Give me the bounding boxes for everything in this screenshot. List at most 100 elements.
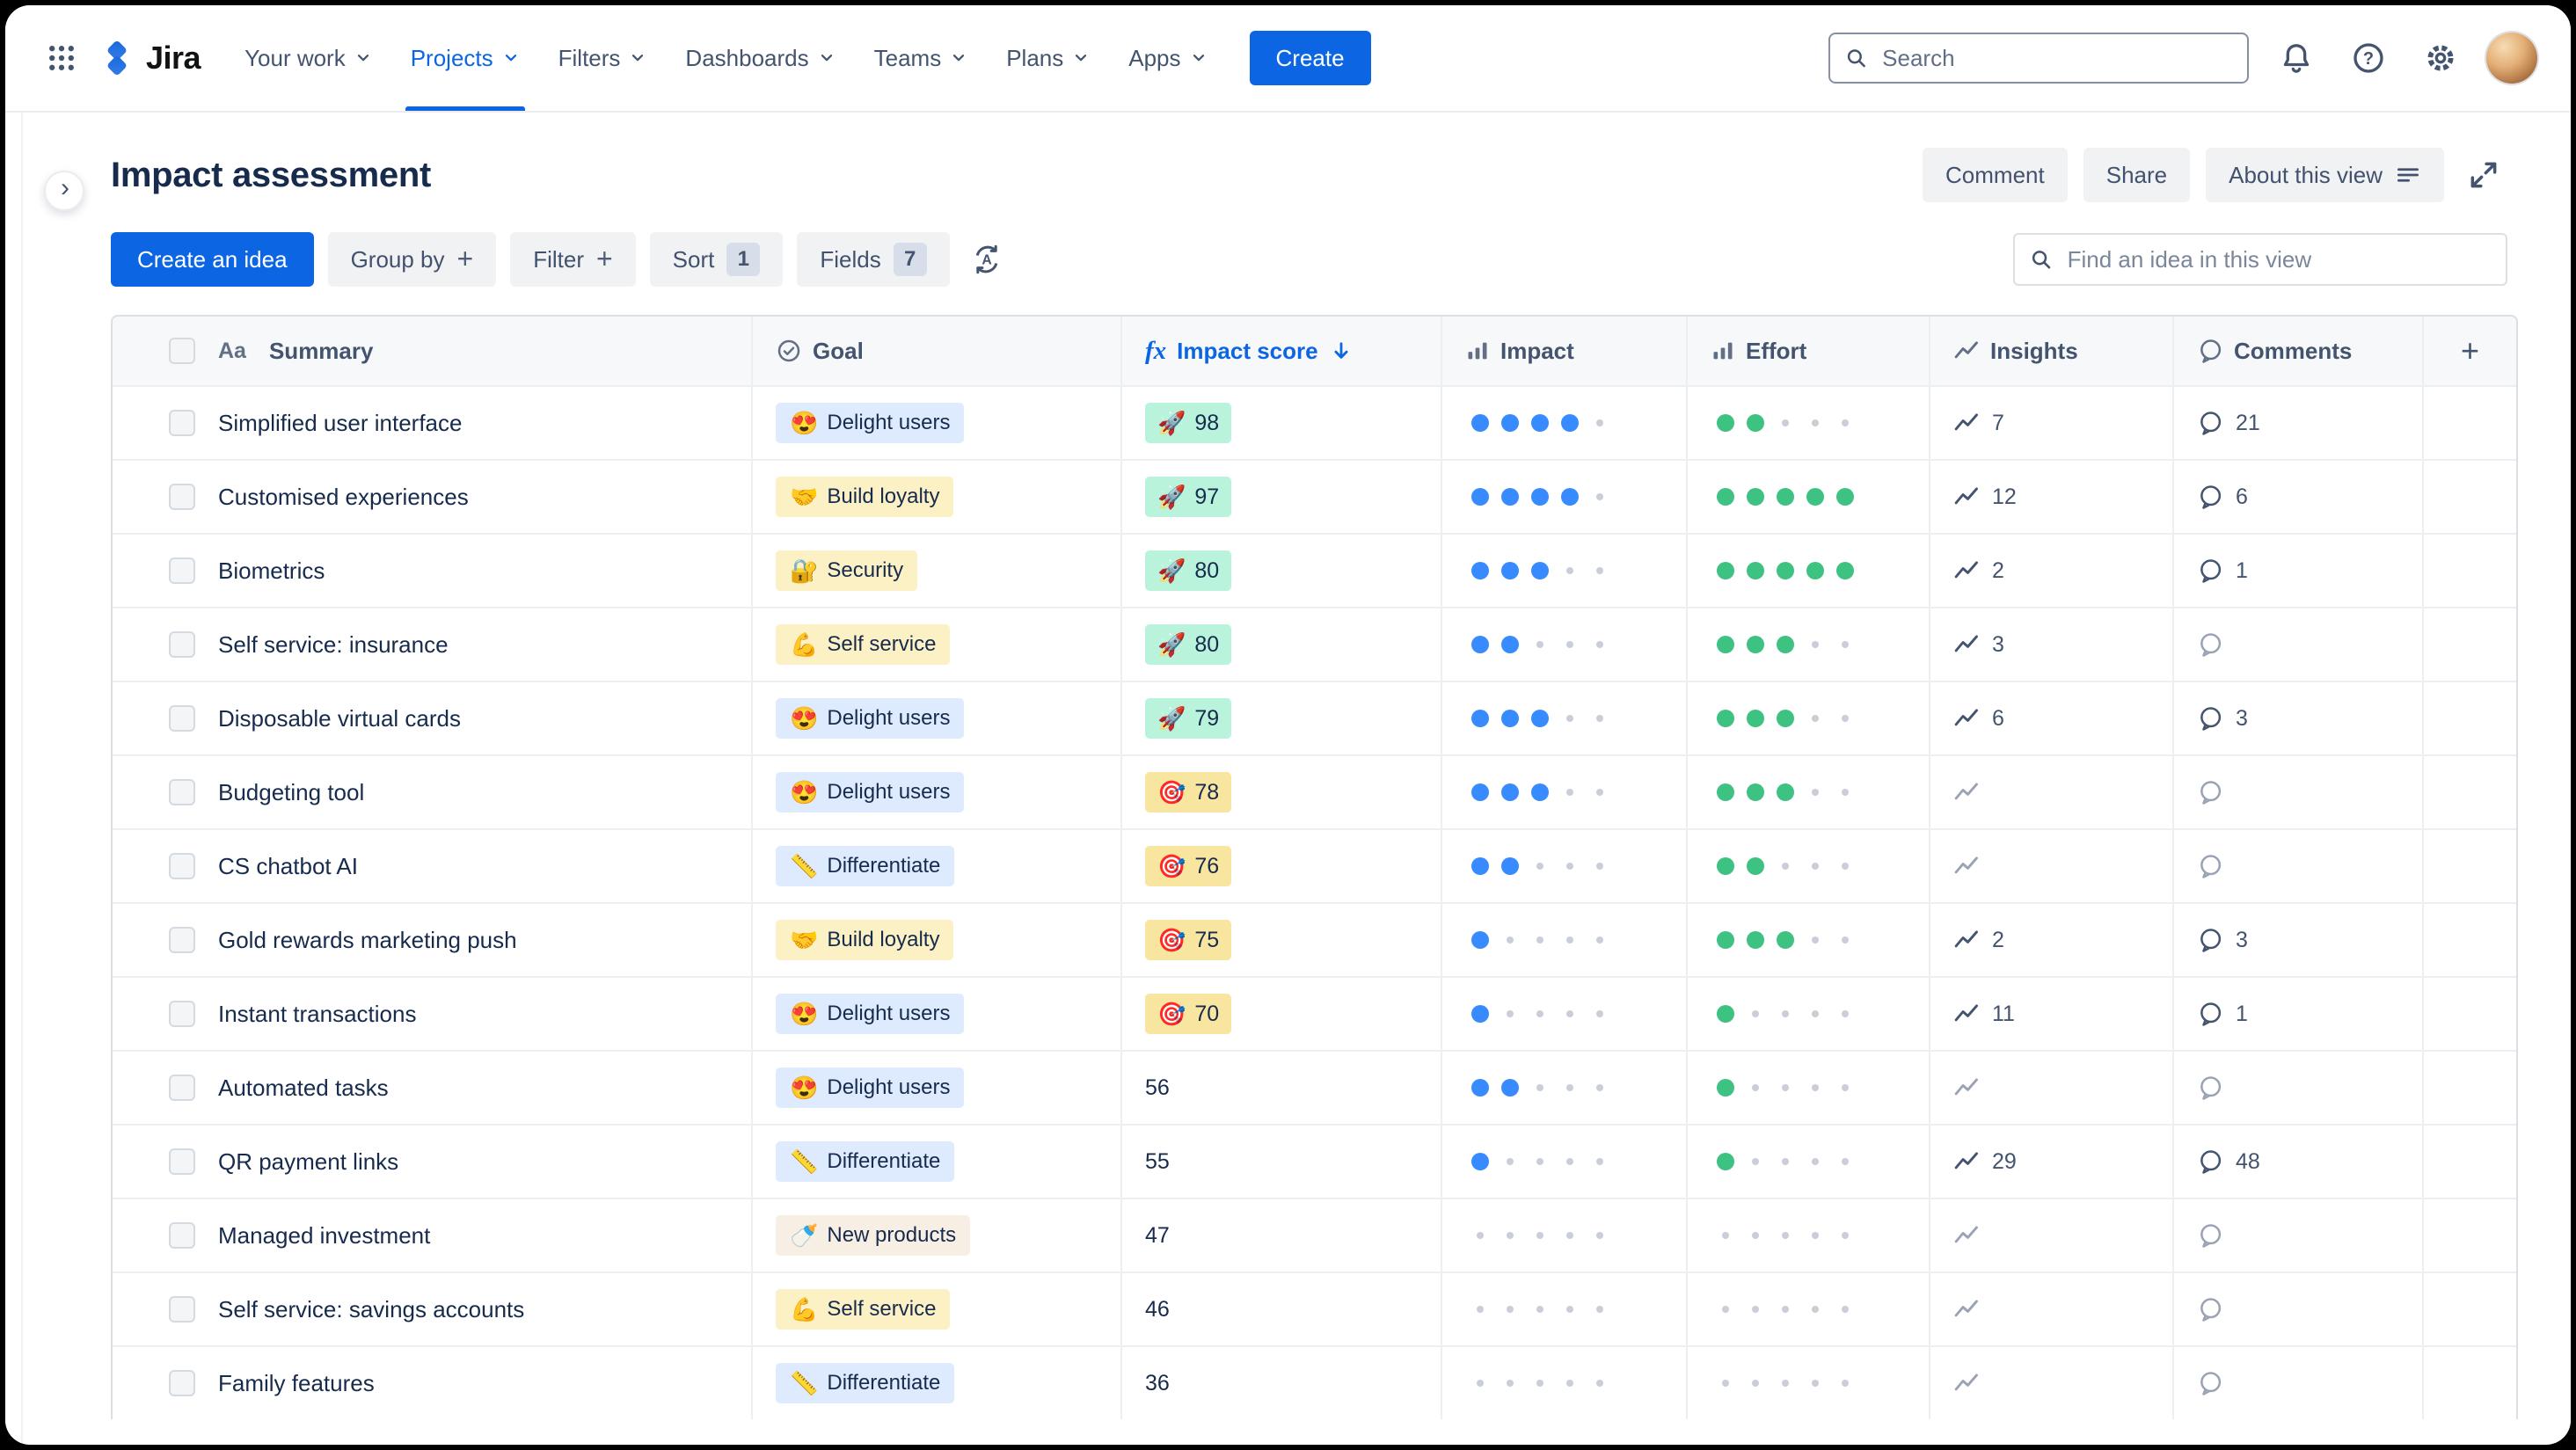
impact-score-cell[interactable]: 36 (1120, 1347, 1441, 1419)
comments-cell[interactable]: 1 (2172, 978, 2422, 1050)
insights-cell[interactable] (1929, 1347, 2172, 1419)
group-by-button[interactable]: Group by + (327, 232, 497, 287)
impact-score-cell[interactable]: 🚀 80 (1120, 608, 1441, 681)
table-row[interactable]: Family features 📏 Differentiate 36 (113, 1345, 2516, 1419)
table-row[interactable]: QR payment links 📏 Differentiate 55 29 4… (113, 1124, 2516, 1198)
impact-dots[interactable] (1441, 682, 1686, 754)
summary-cell[interactable]: Family features (113, 1347, 751, 1419)
comments-cell[interactable]: 48 (2172, 1126, 2422, 1198)
summary-cell[interactable]: Self service: savings accounts (113, 1273, 751, 1345)
impact-dots[interactable] (1441, 535, 1686, 607)
summary-cell[interactable]: Customised experiences (113, 461, 751, 533)
summary-cell[interactable]: Gold rewards marketing push (113, 904, 751, 976)
impact-dots[interactable] (1441, 387, 1686, 459)
summary-cell[interactable]: Managed investment (113, 1199, 751, 1271)
summary-cell[interactable]: Biometrics (113, 535, 751, 607)
find-idea-input[interactable] (2065, 244, 2492, 274)
comments-cell[interactable] (2172, 1199, 2422, 1271)
help-button[interactable]: ? (2344, 33, 2393, 83)
goal-cell[interactable]: 🍼 New products (751, 1199, 1120, 1271)
effort-dots[interactable] (1686, 1347, 1929, 1419)
impact-score-column-header[interactable]: fx Impact score (1120, 317, 1441, 385)
insights-cell[interactable] (1929, 1052, 2172, 1124)
nav-item-projects[interactable]: Projects (391, 5, 539, 111)
table-row[interactable]: Managed investment 🍼 New products 47 (113, 1198, 2516, 1271)
nav-item-filters[interactable]: Filters (539, 5, 667, 111)
impact-score-cell[interactable]: 🚀 98 (1120, 387, 1441, 459)
effort-dots[interactable] (1686, 978, 1929, 1050)
row-checkbox[interactable] (169, 410, 195, 436)
fullscreen-button[interactable] (2460, 151, 2507, 199)
table-row[interactable]: Disposable virtual cards 😍 Delight users… (113, 681, 2516, 754)
impact-score-cell[interactable]: 55 (1120, 1126, 1441, 1198)
about-view-button[interactable]: About this view (2206, 148, 2444, 202)
table-row[interactable]: Instant transactions 😍 Delight users 🎯 7… (113, 976, 2516, 1050)
impact-score-cell[interactable]: 🎯 76 (1120, 830, 1441, 902)
summary-cell[interactable]: Instant transactions (113, 978, 751, 1050)
nav-item-dashboards[interactable]: Dashboards (666, 5, 854, 111)
settings-button[interactable] (2416, 33, 2465, 83)
table-row[interactable]: Gold rewards marketing push 🤝 Build loya… (113, 902, 2516, 976)
create-idea-button[interactable]: Create an idea (111, 232, 314, 287)
insights-cell[interactable]: 3 (1929, 608, 2172, 681)
insights-cell[interactable] (1929, 1273, 2172, 1345)
impact-dots[interactable] (1441, 1199, 1686, 1271)
user-avatar[interactable] (2486, 33, 2537, 84)
goal-cell[interactable]: 🔐 Security (751, 535, 1120, 607)
comments-cell[interactable] (2172, 756, 2422, 828)
comments-cell[interactable] (2172, 830, 2422, 902)
row-checkbox[interactable] (169, 1296, 195, 1322)
insights-cell[interactable]: 6 (1929, 682, 2172, 754)
effort-dots[interactable] (1686, 830, 1929, 902)
row-checkbox[interactable] (169, 1370, 195, 1396)
table-row[interactable]: Self service: insurance 💪 Self service 🚀… (113, 607, 2516, 681)
table-row[interactable]: Simplified user interface 😍 Delight user… (113, 385, 2516, 459)
effort-dots[interactable] (1686, 756, 1929, 828)
add-column-button[interactable]: + (2422, 317, 2516, 385)
comments-cell[interactable] (2172, 1347, 2422, 1419)
nav-item-apps[interactable]: Apps (1109, 5, 1226, 111)
nav-item-teams[interactable]: Teams (855, 5, 988, 111)
impact-score-cell[interactable]: 🎯 75 (1120, 904, 1441, 976)
comments-cell[interactable] (2172, 1273, 2422, 1345)
row-checkbox[interactable] (169, 705, 195, 732)
sort-button[interactable]: Sort 1 (649, 232, 784, 287)
insights-cell[interactable] (1929, 756, 2172, 828)
row-checkbox[interactable] (169, 1075, 195, 1101)
effort-dots[interactable] (1686, 461, 1929, 533)
goal-cell[interactable]: 📏 Differentiate (751, 830, 1120, 902)
insights-cell[interactable]: 7 (1929, 387, 2172, 459)
impact-score-cell[interactable]: 🎯 70 (1120, 978, 1441, 1050)
filter-button[interactable]: Filter + (510, 232, 636, 287)
row-checkbox[interactable] (169, 484, 195, 510)
summary-cell[interactable]: CS chatbot AI (113, 830, 751, 902)
effort-dots[interactable] (1686, 1126, 1929, 1198)
goal-cell[interactable]: 😍 Delight users (751, 1052, 1120, 1124)
effort-dots[interactable] (1686, 682, 1929, 754)
row-checkbox[interactable] (169, 927, 195, 953)
create-button[interactable]: Create (1249, 31, 1371, 85)
impact-score-cell[interactable]: 56 (1120, 1052, 1441, 1124)
share-button[interactable]: Share (2083, 148, 2191, 202)
row-checkbox[interactable] (169, 779, 195, 805)
global-search-input[interactable] (1880, 43, 2233, 73)
comment-button[interactable]: Comment (1923, 148, 2068, 202)
nav-item-plans[interactable]: Plans (987, 5, 1109, 111)
row-checkbox[interactable] (169, 1148, 195, 1175)
find-idea-search[interactable] (2013, 233, 2507, 286)
impact-dots[interactable] (1441, 1052, 1686, 1124)
comments-cell[interactable]: 21 (2172, 387, 2422, 459)
effort-dots[interactable] (1686, 387, 1929, 459)
goal-cell[interactable]: 📏 Differentiate (751, 1347, 1120, 1419)
app-switcher-button[interactable] (39, 35, 84, 81)
comments-cell[interactable]: 3 (2172, 682, 2422, 754)
table-row[interactable]: Budgeting tool 😍 Delight users 🎯 78 (113, 754, 2516, 828)
insights-cell[interactable]: 29 (1929, 1126, 2172, 1198)
impact-dots[interactable] (1441, 461, 1686, 533)
goal-cell[interactable]: 😍 Delight users (751, 387, 1120, 459)
goal-cell[interactable]: 🤝 Build loyalty (751, 904, 1120, 976)
goal-cell[interactable]: 📏 Differentiate (751, 1126, 1120, 1198)
impact-score-cell[interactable]: 47 (1120, 1199, 1441, 1271)
comments-cell[interactable]: 6 (2172, 461, 2422, 533)
summary-cell[interactable]: Budgeting tool (113, 756, 751, 828)
